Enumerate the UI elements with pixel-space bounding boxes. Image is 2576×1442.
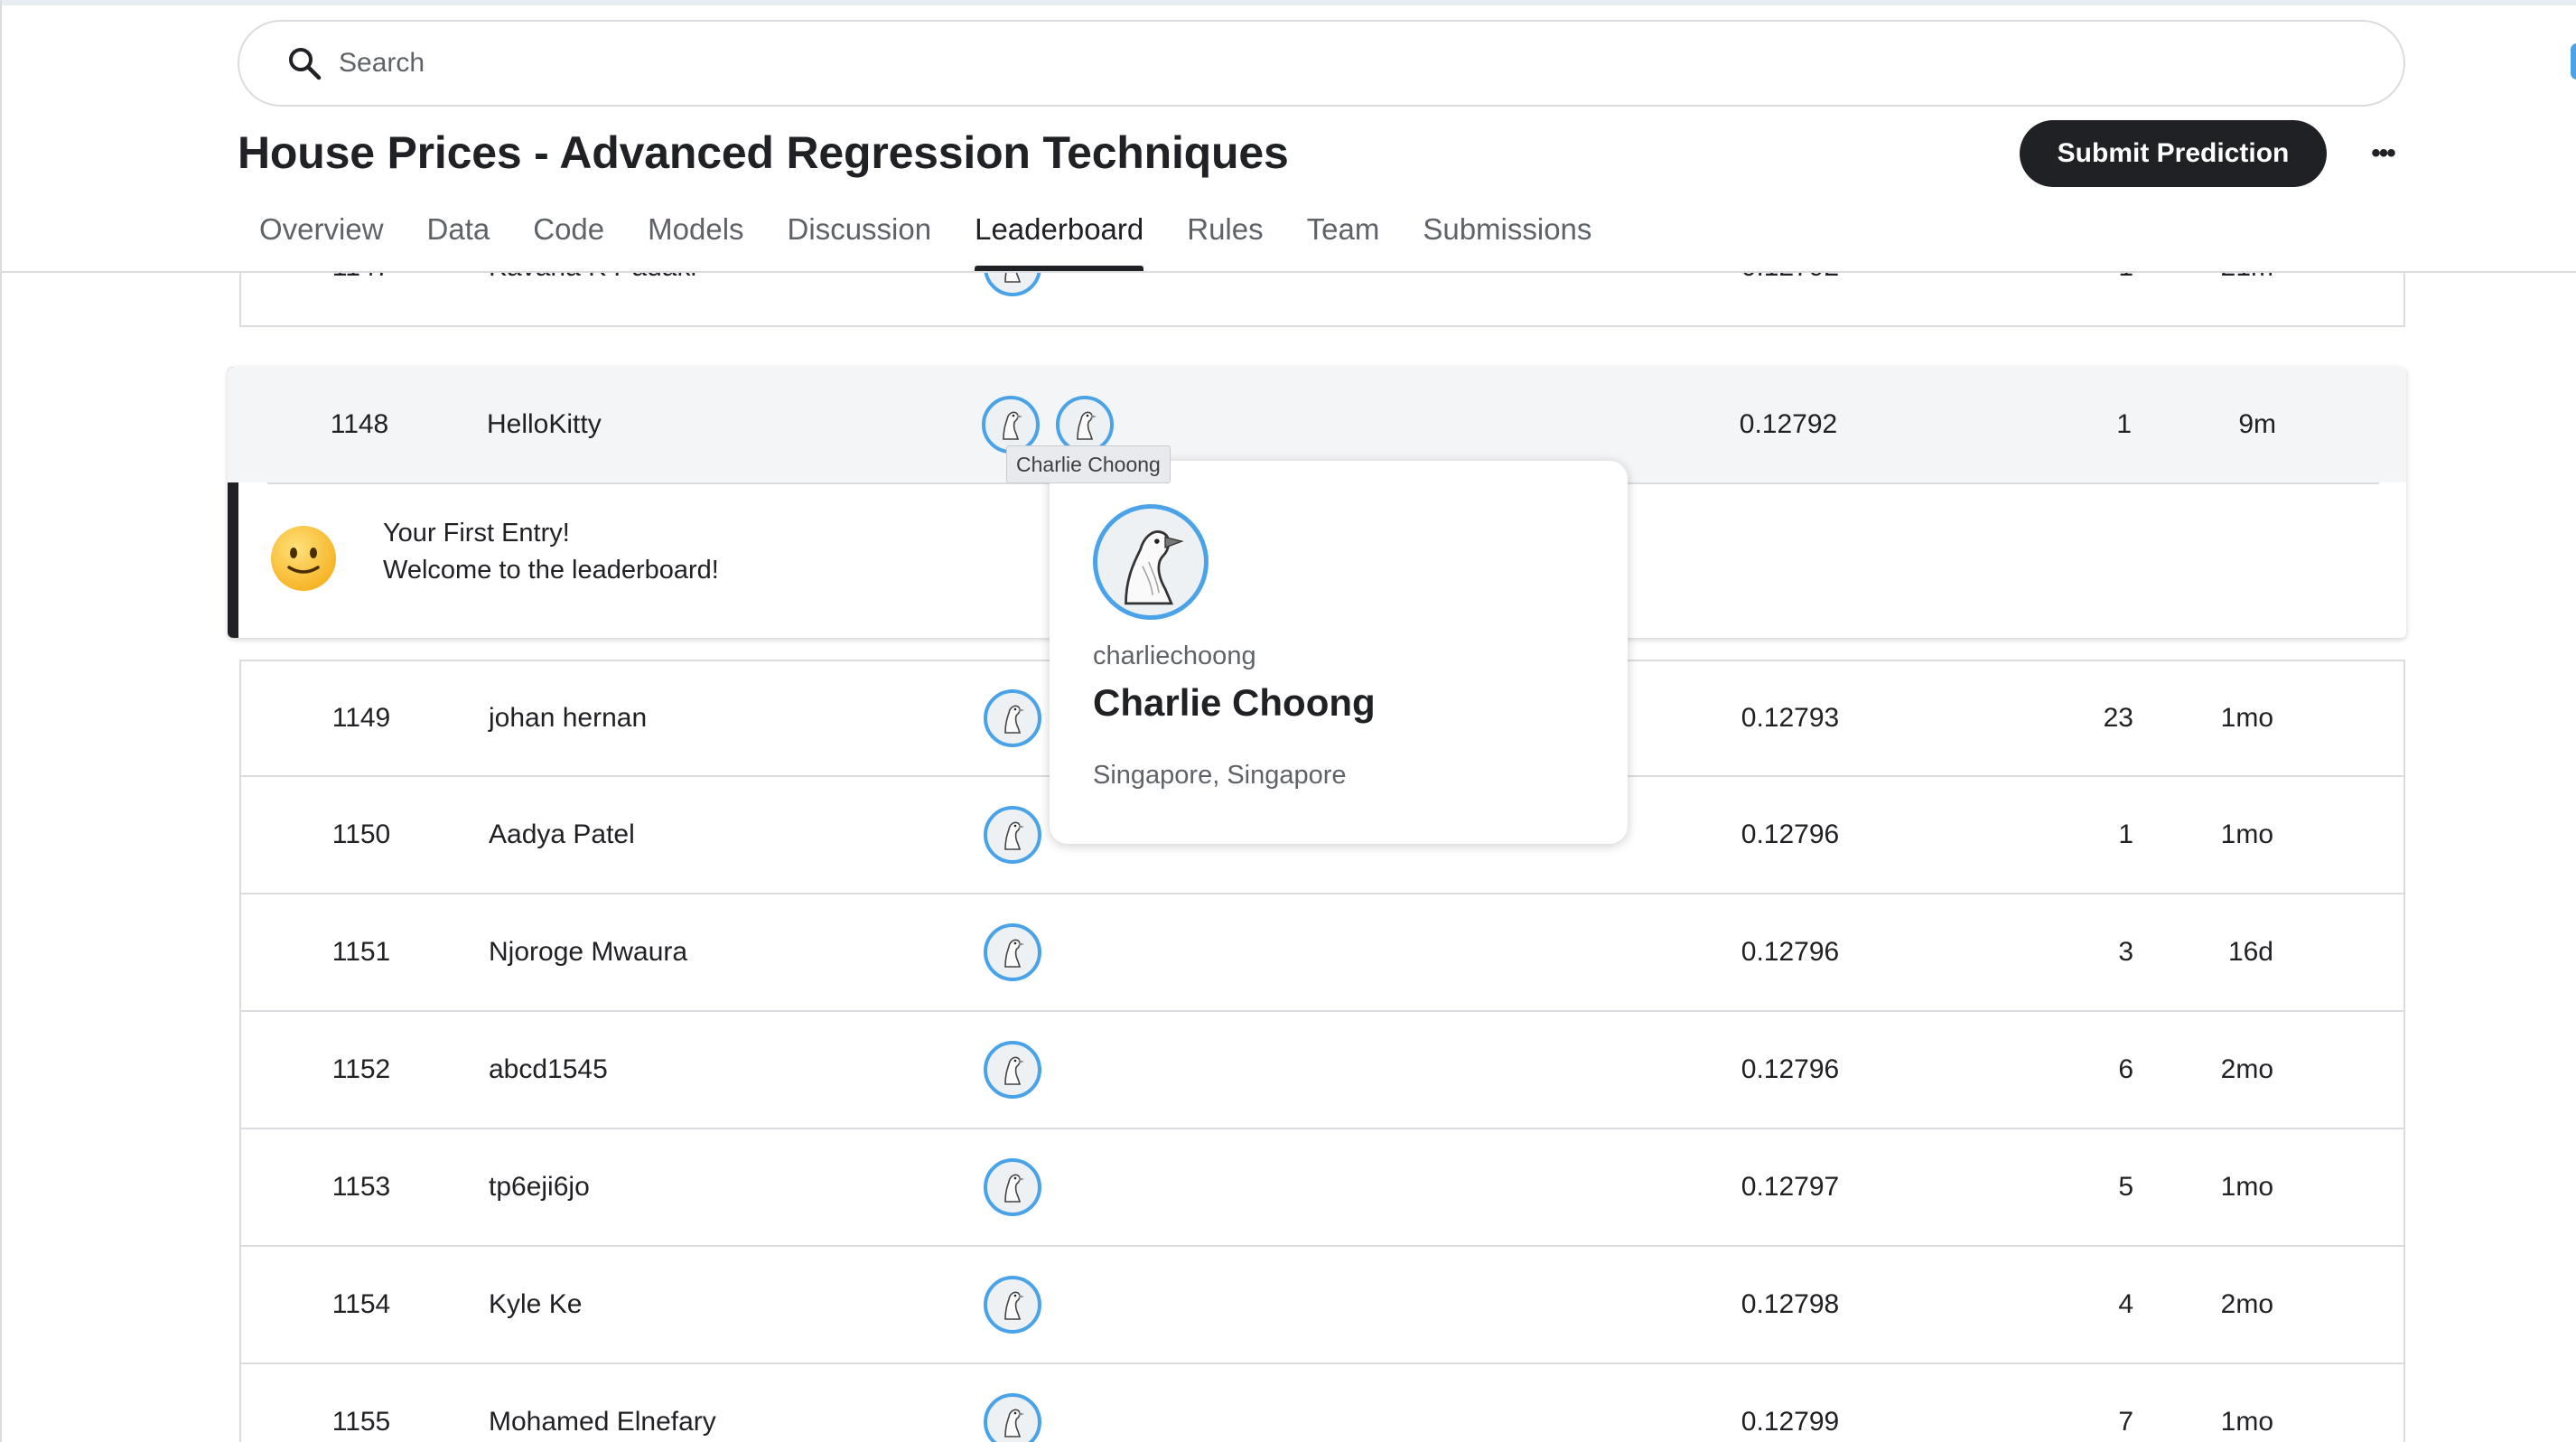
team-name[interactable]: Njoroge Mwaura (489, 894, 687, 1010)
rank-cell: 1154 (331, 1289, 391, 1319)
last-submission-cell: 1mo (2220, 703, 2273, 733)
table-row[interactable]: 1155 Mohamed Elnefary 0.12799 7 1mo (239, 1364, 2405, 1442)
profile-popover[interactable]: charliechoong Charlie Choong Singapore, … (1050, 461, 1628, 844)
team-members (984, 1364, 1041, 1442)
goose-avatar-icon[interactable] (984, 273, 1041, 296)
team-name[interactable]: HelloKitty (487, 367, 602, 482)
rank-cell: 1149 (331, 703, 391, 733)
team-members (984, 273, 1041, 325)
goose-avatar-icon[interactable] (1093, 504, 1209, 620)
score-cell: 0.12792 (1739, 409, 1838, 439)
first-entry-title: Your First Entry! (383, 519, 570, 548)
table-row[interactable]: 1153 tp6eji6jo 0.12797 5 1mo (239, 1129, 2405, 1247)
rank-cell: 1152 (331, 1054, 391, 1084)
more-options-button[interactable]: ••• (2361, 132, 2404, 175)
rank-cell: 1153 (331, 1172, 391, 1202)
team-name[interactable]: Kyle Ke (489, 1247, 582, 1362)
top-rule (0, 0, 2576, 5)
last-submission-cell: 2mo (2220, 1054, 2273, 1084)
team-members (984, 661, 1041, 775)
score-cell: 0.12796 (1741, 937, 1840, 967)
leaderboard-table: 1147 Kavana K Padaki 0.12792 1 21m 1148 … (0, 273, 2576, 1442)
profile-display-name[interactable]: Charlie Choong (1093, 681, 1376, 725)
team-name[interactable]: tp6eji6jo (489, 1129, 590, 1245)
rank-cell: 1148 (330, 409, 389, 439)
team-name[interactable]: Mohamed Elnefary (489, 1364, 716, 1442)
first-entry-message: Your First Entry! Welcome to the leaderb… (383, 515, 719, 589)
table-row[interactable]: 1151 Njoroge Mwaura 0.12796 3 16d (239, 894, 2405, 1012)
tab-submissions[interactable]: Submissions (1401, 206, 1613, 271)
team-members (984, 777, 1041, 893)
submit-prediction-button[interactable]: Submit Prediction (2020, 120, 2327, 187)
goose-avatar-icon[interactable] (984, 1158, 1041, 1216)
profile-username: charliechoong (1093, 641, 1256, 670)
last-submission-cell: 1mo (2220, 1172, 2273, 1202)
last-submission-cell: 9m (2238, 409, 2276, 439)
team-name[interactable]: johan hernan (489, 661, 647, 775)
edge-avatar-fragment[interactable] (2571, 43, 2576, 80)
tab-models[interactable]: Models (626, 206, 765, 271)
tab-leaderboard[interactable]: Leaderboard (953, 206, 1165, 271)
score-cell: 0.12798 (1741, 1289, 1840, 1319)
search-icon (289, 48, 322, 80)
last-submission-cell: 1mo (2220, 819, 2273, 849)
last-submission-cell: 16d (2227, 937, 2273, 967)
competition-tabs: Overview Data Code Models Discussion Lea… (238, 206, 1613, 271)
search-bar[interactable] (238, 20, 2405, 107)
slightly-smiling-face-icon (271, 526, 336, 591)
rank-cell: 1147 (241, 273, 481, 325)
goose-avatar-icon[interactable] (984, 1041, 1041, 1099)
profile-location: Singapore, Singapore (1093, 761, 1347, 790)
tab-discussion[interactable]: Discussion (766, 206, 954, 271)
table-row[interactable]: 1147 Kavana K Padaki 0.12792 1 21m (239, 273, 2405, 327)
search-input[interactable] (339, 40, 2326, 87)
score-cell: 0.12797 (1741, 1172, 1840, 1202)
first-entry-subtitle: Welcome to the leaderboard! (383, 556, 719, 585)
rank-cell: 1151 (331, 937, 391, 967)
last-submission-cell: 1mo (2220, 1407, 2273, 1437)
rank-cell: 1150 (331, 819, 391, 849)
team-members (984, 1247, 1041, 1362)
table-row[interactable]: 1154 Kyle Ke 0.12798 4 2mo (239, 1247, 2405, 1364)
team-name[interactable]: Aadya Patel (489, 777, 635, 893)
team-members (984, 1129, 1041, 1245)
team-members (984, 1012, 1041, 1128)
goose-avatar-icon[interactable] (984, 923, 1041, 981)
goose-avatar-icon[interactable] (984, 689, 1041, 747)
goose-avatar-icon[interactable] (984, 1393, 1041, 1442)
rank-cell: 1155 (331, 1407, 391, 1437)
score-cell: 0.12796 (1741, 1054, 1840, 1084)
more-icon: ••• (2371, 138, 2395, 168)
goose-avatar-icon[interactable] (984, 1276, 1041, 1334)
avatar-tooltip: Charlie Choong (1006, 445, 1171, 483)
team-name[interactable]: abcd1545 (489, 1012, 608, 1128)
last-submission-cell: 2mo (2220, 1289, 2273, 1319)
tab-data[interactable]: Data (406, 206, 512, 271)
team-name[interactable]: Kavana K Padaki (489, 273, 696, 325)
tab-code[interactable]: Code (511, 206, 626, 271)
page-title: House Prices - Advanced Regression Techn… (238, 127, 1289, 178)
score-cell: 0.12793 (1741, 703, 1840, 733)
team-members (984, 894, 1041, 1010)
score-cell: 0.12796 (1741, 819, 1840, 849)
tab-team[interactable]: Team (1285, 206, 1402, 271)
tab-rules[interactable]: Rules (1165, 206, 1284, 271)
score-cell: 0.12799 (1741, 1407, 1840, 1437)
tab-overview[interactable]: Overview (238, 206, 406, 271)
score-cell: 0.12792 (1700, 273, 1881, 325)
last-submission-cell: 21m (2093, 273, 2273, 325)
goose-avatar-icon[interactable] (984, 806, 1041, 864)
table-row[interactable]: 1152 abcd1545 0.12796 6 2mo (239, 1012, 2405, 1129)
